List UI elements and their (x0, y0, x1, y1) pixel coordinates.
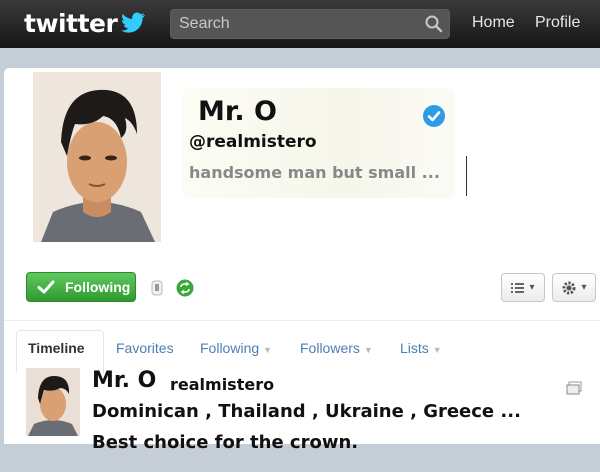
nav-profile[interactable]: Profile (535, 14, 580, 32)
list-menu-button[interactable]: ▾ (501, 273, 545, 302)
text-cursor (466, 156, 467, 196)
tab-favorites[interactable]: Favorites (116, 340, 174, 356)
tab-label: Following (200, 340, 260, 356)
chevron-down-icon: ▼ (363, 345, 373, 355)
list-icon (511, 282, 525, 293)
media-icon[interactable] (566, 381, 582, 395)
tweet-text-line: Dominican , Thailand , Ukraine , Greece … (92, 401, 521, 422)
tweet-author-name[interactable]: Mr. O (92, 368, 156, 393)
chevron-down-icon: ▼ (432, 345, 442, 355)
tweet-avatar[interactable] (26, 368, 80, 436)
verified-badge-icon (423, 105, 445, 127)
tab-following[interactable]: Following ▼ (200, 340, 272, 356)
tab-followers[interactable]: Followers ▼ (300, 340, 373, 356)
tweet-author-handle[interactable]: realmistero (170, 375, 274, 394)
tab-label: Favorites (116, 340, 174, 356)
retweet-toggle-icon[interactable] (176, 279, 194, 297)
tab-lists[interactable]: Lists ▼ (400, 340, 442, 356)
search-icon[interactable] (424, 14, 444, 34)
tweet-text-line: Best choice for the crown. (92, 432, 359, 453)
profile-avatar[interactable] (33, 72, 161, 242)
tab-label: Followers (300, 340, 360, 356)
device-icon[interactable] (150, 280, 164, 296)
chevron-down-icon: ▼ (263, 345, 273, 355)
checkmark-icon (37, 280, 55, 294)
top-bar: twitter Home Profile (0, 0, 600, 48)
twitter-logo[interactable]: twitter (24, 6, 147, 40)
avatar-portrait (33, 72, 161, 242)
avatar-portrait (26, 368, 80, 436)
gear-icon (562, 281, 576, 294)
profile-bio: handsome man but small ... (189, 163, 440, 182)
nav-home[interactable]: Home (472, 14, 515, 32)
profile-name: Mr. O (198, 96, 277, 127)
chevron-down-icon: ▾ (529, 282, 535, 293)
following-button[interactable]: Following (26, 272, 136, 302)
tab-label: Timeline (28, 340, 85, 356)
logo-text: twitter (24, 8, 118, 38)
chevron-down-icon: ▾ (581, 282, 587, 293)
bird-icon (121, 12, 146, 33)
profile-handle: @realmistero (189, 132, 317, 152)
tab-timeline[interactable]: Timeline (28, 340, 85, 356)
search-input[interactable] (170, 9, 450, 39)
following-button-label: Following (65, 279, 131, 295)
divider (4, 320, 600, 321)
settings-menu-button[interactable]: ▾ (552, 273, 596, 302)
tab-label: Lists (400, 340, 429, 356)
